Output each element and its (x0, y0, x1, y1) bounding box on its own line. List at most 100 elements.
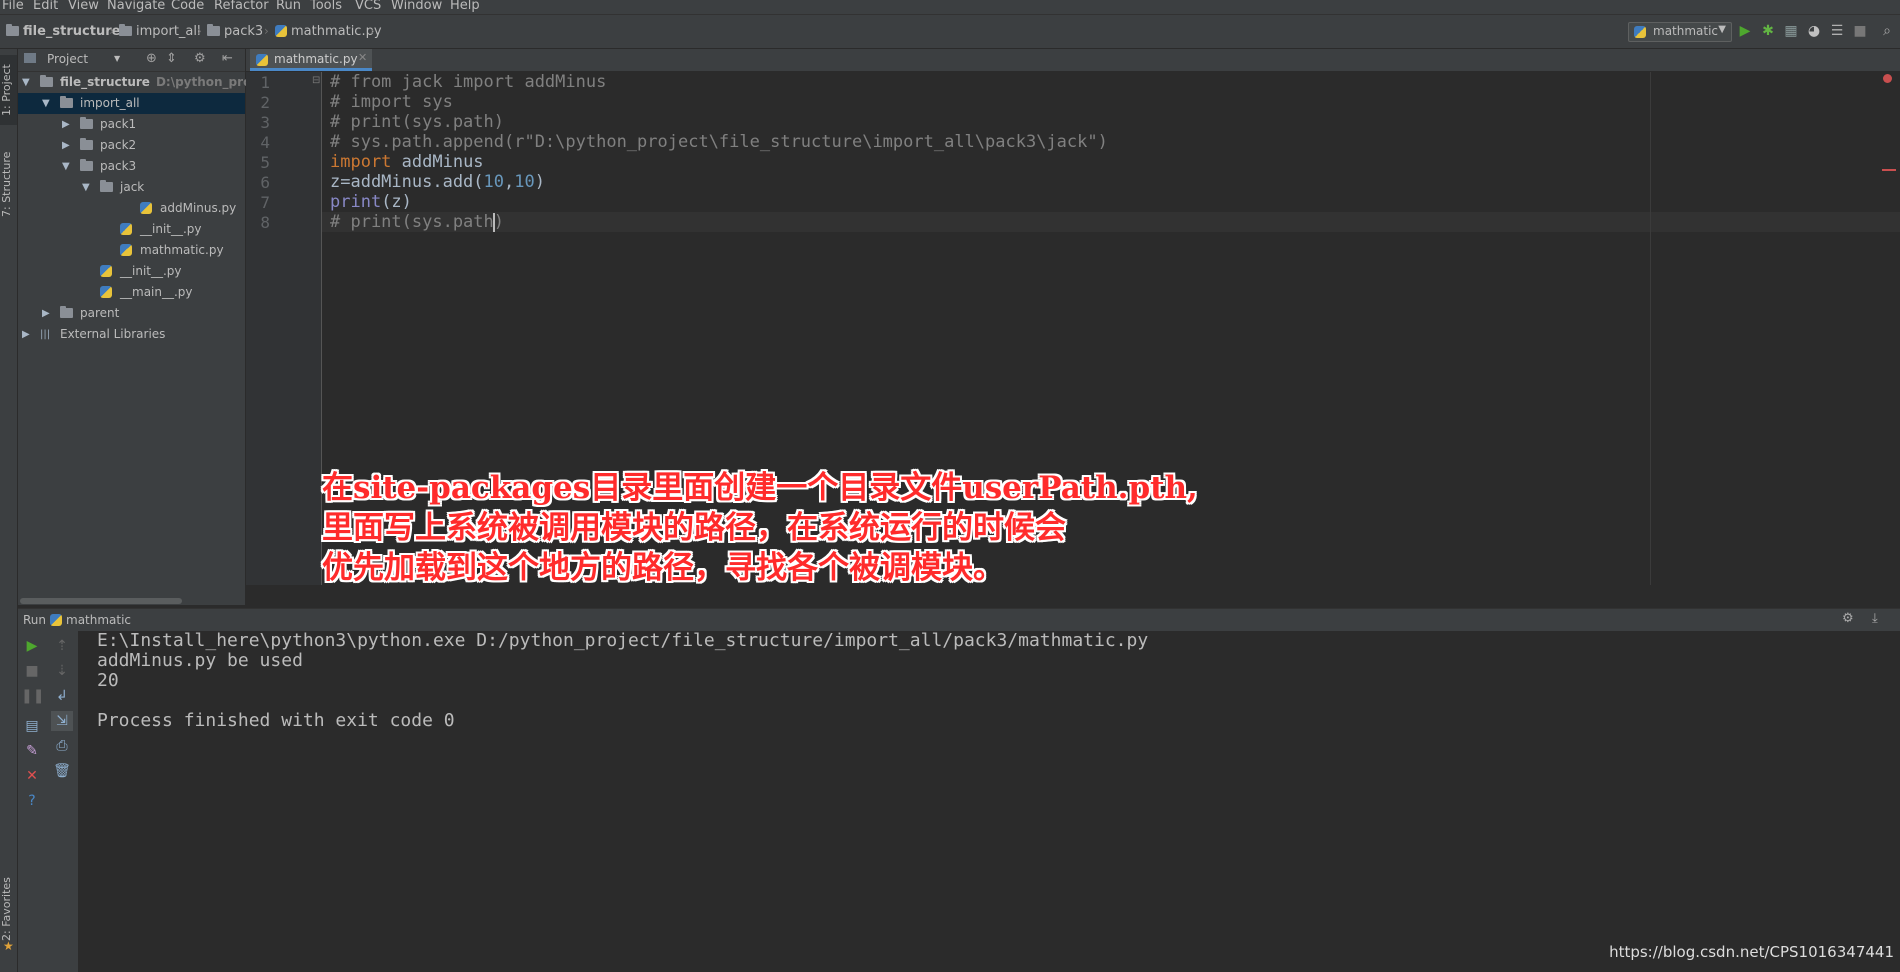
code-line[interactable]: # sys.path.append(r"D:\python_project\fi… (330, 132, 1108, 152)
run-panel-title: Run (23, 613, 47, 627)
menu-run[interactable]: Run (276, 0, 301, 13)
tree-item-label: pack3 (100, 159, 137, 173)
pause-icon[interactable]: ❚❚ (21, 686, 44, 706)
menu-file[interactable]: File (2, 0, 24, 13)
run-console[interactable] (79, 631, 1900, 972)
code-line[interactable]: # print(sys.path) (330, 212, 504, 232)
chevron-down-icon[interactable]: ▼ (82, 177, 90, 198)
error-stripe-mark[interactable] (1882, 169, 1896, 171)
chevron-right-icon[interactable]: ▶ (22, 324, 30, 345)
chevron-right-icon[interactable]: ▶ (62, 114, 70, 135)
code-line[interactable]: print(z) (330, 192, 412, 212)
run-configuration-select[interactable]: mathmatic ▼ (1628, 22, 1732, 42)
breadcrumb-file[interactable]: mathmatic.py (275, 24, 382, 40)
tree-item-label: file_structure D:\python_projec (60, 75, 271, 89)
editor-tab-bar (246, 49, 1900, 72)
locate-icon[interactable]: ⊕ (146, 51, 157, 66)
tree-item[interactable]: ▼ jack (18, 177, 245, 198)
horizontal-scrollbar[interactable] (20, 598, 182, 604)
tab-structure[interactable]: 7: Structure (0, 144, 17, 224)
search-icon[interactable]: ⌕ (1878, 22, 1896, 40)
code-line[interactable]: # import sys (330, 92, 453, 112)
tab-project[interactable]: 1: Project (0, 55, 17, 125)
help-icon[interactable]: ? (21, 791, 43, 811)
code-line[interactable]: import addMinus (330, 152, 484, 172)
tree-item[interactable]: ▶ pack2 (18, 135, 245, 156)
code-line[interactable]: # print(sys.path) (330, 112, 504, 132)
project-view-select[interactable]: Project (47, 52, 88, 66)
layout-icon[interactable]: ▤ (21, 716, 43, 736)
tree-item-label: addMinus.py (160, 201, 237, 215)
breadcrumb-import-all[interactable]: import_all (119, 24, 201, 40)
console-line: 20 (97, 670, 119, 691)
scroll-to-end-icon[interactable]: ⇲ (51, 711, 73, 731)
menu-tools[interactable]: Tools (310, 0, 342, 13)
close-icon[interactable]: ✕ (21, 766, 43, 786)
menu-code[interactable]: Code (171, 0, 204, 13)
code-line[interactable]: # from jack import addMinus (330, 72, 606, 92)
run-toolbar-secondary: ⇡ ⇣ ↲ ⇲ ⎙ 🗑 (46, 631, 79, 972)
python-file-icon (140, 202, 152, 214)
tree-item[interactable]: __main__.py (18, 282, 245, 303)
gear-icon[interactable]: ⚙ (194, 51, 206, 66)
run-tab-label[interactable]: mathmatic (66, 613, 131, 627)
arrow-up-icon[interactable]: ⇡ (51, 636, 73, 656)
run-panel-header: Run mathmatic ⚙ ⤓ (18, 608, 1900, 632)
tree-item[interactable]: ▼ file_structure D:\python_projec (18, 72, 271, 93)
tree-item[interactable]: __init__.py (18, 261, 245, 282)
chevron-right-icon[interactable]: ▶ (62, 135, 70, 156)
fold-icon[interactable]: ⊟ (312, 75, 320, 86)
print-icon[interactable]: ⎙ (51, 736, 73, 756)
collapse-all-icon[interactable]: ⇕ (166, 51, 177, 66)
tab-favorites[interactable]: 2: Favorites (0, 869, 17, 949)
menu-edit[interactable]: Edit (33, 0, 58, 13)
menu-refactor[interactable]: Refactor (214, 0, 269, 13)
tree-item[interactable]: ▶ ||| External Libraries (18, 324, 245, 345)
gear-icon[interactable]: ⚙ (1842, 611, 1854, 626)
debug-icon[interactable]: ✱ (1759, 22, 1777, 40)
coverage-icon[interactable]: ▦ (1782, 22, 1800, 40)
chevron-right-icon[interactable]: ▶ (42, 303, 50, 324)
hide-panel-icon[interactable]: ⇤ (222, 51, 233, 66)
chevron-down-icon[interactable]: ▼ (62, 156, 70, 177)
tree-item[interactable]: ▶ parent (18, 303, 245, 324)
close-icon[interactable]: ✕ (358, 51, 367, 64)
tree-item[interactable]: addMinus.py (18, 198, 245, 219)
stop-icon[interactable]: ■ (1851, 22, 1869, 40)
tree-item[interactable]: ▶ pack1 (18, 114, 245, 135)
hide-panel-icon[interactable]: ⤓ (1872, 611, 1878, 626)
menu-view[interactable]: View (68, 0, 99, 13)
trash-icon[interactable]: 🗑 (51, 761, 73, 781)
breadcrumb-root[interactable]: file_structure (6, 24, 120, 40)
breadcrumb-pack3[interactable]: pack3 (207, 24, 263, 40)
stop-icon[interactable]: ■ (21, 661, 43, 681)
tree-item[interactable]: __init__.py (18, 219, 245, 240)
pin-icon[interactable]: ✎ (21, 741, 43, 761)
soft-wrap-icon[interactable]: ↲ (51, 686, 73, 706)
tab-mathmatic-py[interactable]: mathmatic.py ✕ (250, 49, 372, 71)
line-number: 8 (260, 213, 270, 232)
chevron-down-icon[interactable]: ▼ (114, 54, 120, 63)
run-icon[interactable]: ▶ (1736, 22, 1754, 40)
menu-vcs[interactable]: VCS (355, 0, 381, 13)
concurrency-icon[interactable]: ☰ (1828, 22, 1846, 40)
project-panel: Project ▼ ⊕ ⇕ ⚙ ⇤ ▼ file_structure D:\pyth… (18, 49, 271, 605)
arrow-down-icon[interactable]: ⇣ (51, 661, 73, 681)
tree-item[interactable]: ▼ pack3 (18, 156, 245, 177)
code-line[interactable]: z=addMinus.add(10,10) (330, 172, 545, 192)
menu-navigate[interactable]: Navigate (107, 0, 165, 13)
chevron-down-icon[interactable]: ▼ (22, 72, 30, 93)
menu-window[interactable]: Window (391, 0, 442, 13)
text-cursor (493, 213, 495, 232)
rerun-icon[interactable]: ▶ (21, 636, 43, 656)
folder-icon (40, 75, 53, 87)
console-line: E:\Install_here\python3\python.exe D:/py… (97, 630, 1149, 651)
profile-icon[interactable]: ◕ (1805, 22, 1823, 40)
error-indicator-icon[interactable] (1883, 74, 1892, 83)
folder-icon (6, 24, 19, 36)
tree-item[interactable]: mathmatic.py (18, 240, 245, 261)
chevron-down-icon[interactable]: ▼ (42, 93, 50, 114)
line-number: 4 (260, 133, 270, 152)
tree-item[interactable]: ▼ import_all (18, 93, 245, 114)
menu-help[interactable]: Help (450, 0, 480, 13)
